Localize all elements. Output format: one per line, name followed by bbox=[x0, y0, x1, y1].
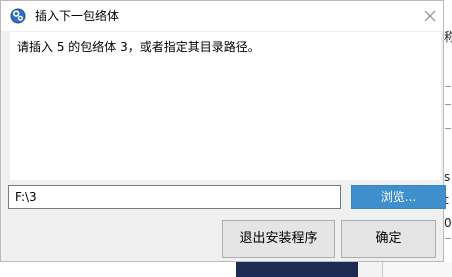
browse-button[interactable]: 浏览... bbox=[351, 185, 446, 209]
exit-setup-button[interactable]: 退出安装程序 bbox=[222, 220, 335, 258]
ok-button[interactable]: 确定 bbox=[341, 220, 436, 258]
message-text: 请插入 5 的包络体 3，或者指定其目录路径。 bbox=[17, 40, 260, 54]
installer-globe-icon bbox=[10, 8, 26, 24]
message-panel: 请插入 5 的包络体 3，或者指定其目录路径。 bbox=[10, 32, 441, 180]
background-divider bbox=[445, 128, 451, 129]
path-input[interactable] bbox=[8, 185, 341, 209]
insert-next-envelope-dialog: 插入下一包络体 请插入 5 的包络体 3，或者指定其目录路径。 浏览... 退出… bbox=[0, 0, 446, 262]
background-side-glyph: 0 bbox=[444, 216, 452, 230]
background-side-glyph: s bbox=[444, 170, 451, 184]
dialog-title: 插入下一包络体 bbox=[35, 9, 120, 23]
background-side-panel: 称 s t 0 bbox=[444, 0, 452, 277]
close-icon bbox=[424, 10, 436, 22]
close-button[interactable] bbox=[419, 6, 441, 26]
background-divider bbox=[445, 104, 451, 105]
background-navy-bar bbox=[236, 262, 358, 277]
dialog-title-bar[interactable]: 插入下一包络体 bbox=[1, 1, 443, 31]
background-divider bbox=[445, 238, 451, 239]
background-divider bbox=[445, 86, 451, 87]
background-bottom-panel bbox=[382, 262, 452, 277]
background-side-glyph: 称 bbox=[444, 30, 452, 44]
